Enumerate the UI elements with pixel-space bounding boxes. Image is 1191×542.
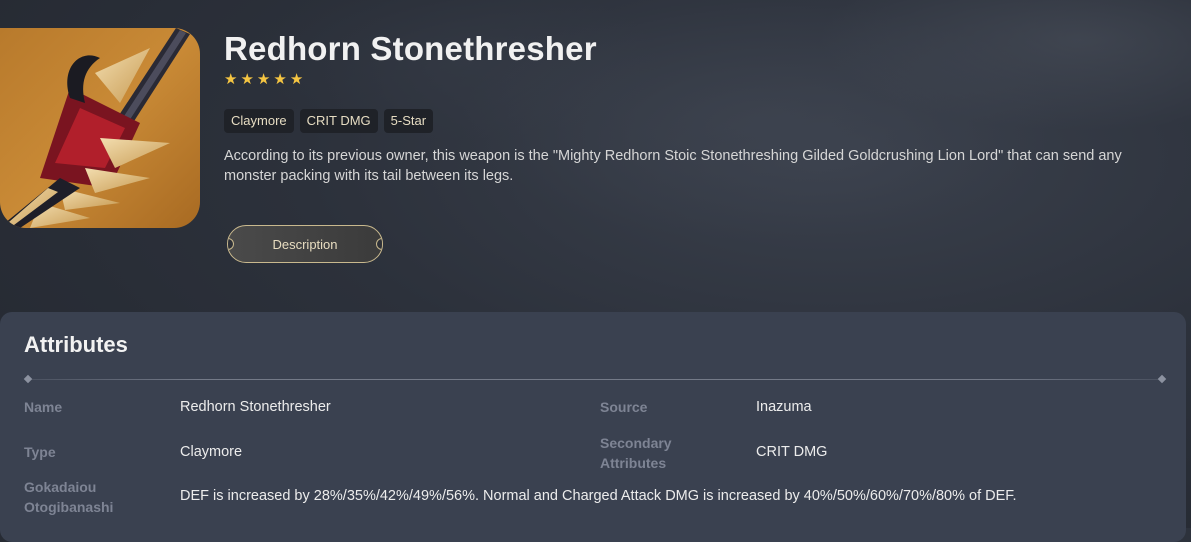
description-button[interactable]: Description: [227, 225, 383, 263]
button-notch-right: [376, 238, 382, 250]
star-icon: ★: [289, 71, 304, 88]
star-icon: ★: [273, 71, 287, 88]
name-label: Name: [24, 399, 63, 415]
star-icon: ★: [256, 71, 271, 88]
secondary-attributes-label: Secondary Attributes: [600, 433, 672, 473]
divider-diamond-icon: [23, 374, 33, 384]
weapon-description: According to its previous owner, this we…: [224, 148, 1122, 184]
star-icon: ★: [240, 71, 254, 88]
type-value: Claymore: [180, 444, 243, 460]
source-value: Inazuma: [756, 399, 812, 415]
type-label: Type: [24, 444, 56, 460]
rarity-stars: ★ ★ ★ ★ ★: [224, 72, 303, 88]
secondary-attributes-value: CRIT DMG: [756, 444, 828, 460]
source-label: Source: [600, 399, 648, 415]
secondary-label-line2: Attributes: [600, 455, 667, 471]
weapon-title: Redhorn Stonethresher: [224, 30, 597, 67]
description-button-label: Description: [272, 236, 338, 252]
passive-label-line1: Gokadaiou: [24, 479, 97, 495]
name-value: Redhorn Stonethresher: [180, 399, 331, 415]
star-icon: ★: [224, 71, 238, 88]
tag-weapon-type: Claymore: [224, 109, 294, 133]
attributes-card: Attributes Name Redhorn Stonethresher So…: [0, 312, 1186, 542]
tag-secondary-stat: CRIT DMG: [299, 109, 378, 133]
claymore-weapon-icon: [2, 28, 190, 228]
secondary-label-line1: Secondary: [600, 435, 672, 451]
attributes-title: Attributes: [24, 332, 128, 357]
passive-name-label: Gokadaiou Otogibanashi: [24, 477, 113, 517]
divider-diamond-icon: [1157, 374, 1167, 384]
passive-effect-value: DEF is increased by 28%/35%/42%/49%/56%.…: [180, 488, 1017, 504]
button-notch-left: [228, 238, 234, 250]
weapon-art-image: [0, 28, 200, 228]
passive-label-line2: Otogibanashi: [24, 499, 114, 515]
tag-rarity: 5-Star: [383, 109, 434, 133]
weapon-tags: Claymore CRIT DMG 5-Star: [224, 109, 434, 133]
attributes-divider: [23, 374, 1167, 384]
